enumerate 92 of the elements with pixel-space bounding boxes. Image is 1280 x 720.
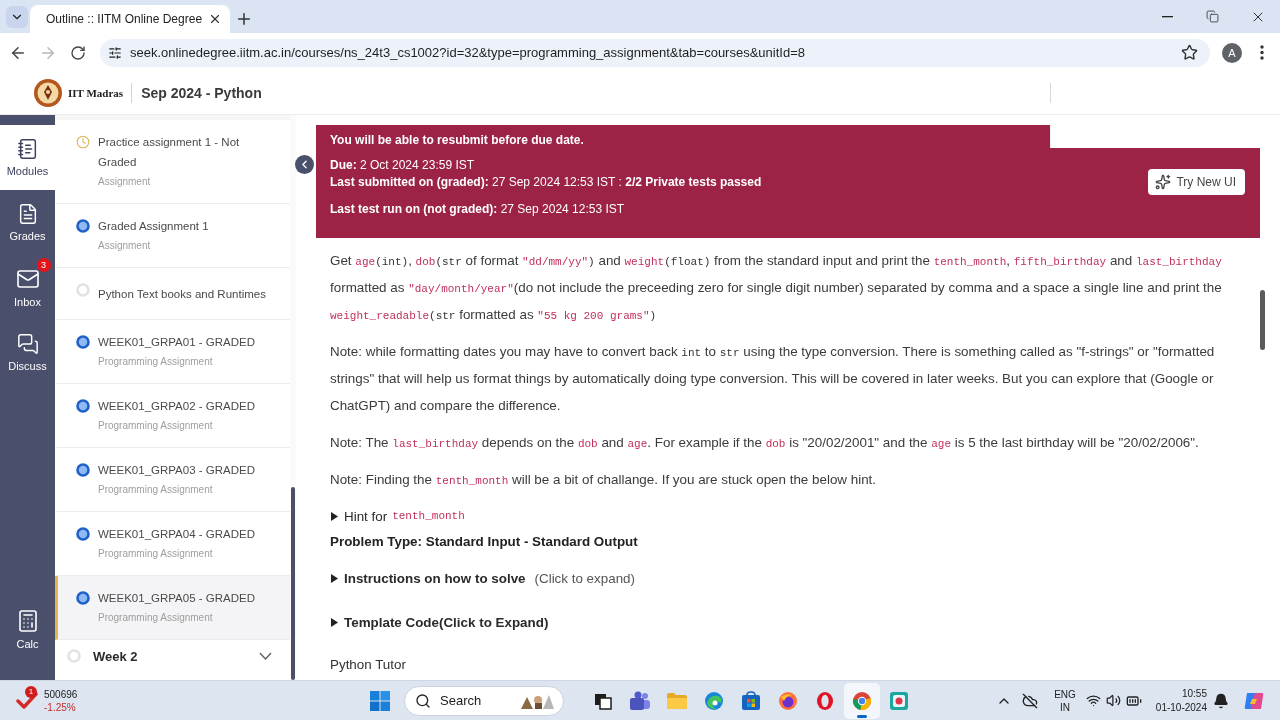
module-title: WEEK01_GRPA02 - GRADED [98, 399, 255, 414]
problem-paragraph: Note: Finding the tenth_month will be a bit of challange. If you are stuck open the below hint. [330, 471, 878, 489]
module-type-label: Programming Assignment [98, 611, 214, 625]
tab-list-button[interactable] [6, 6, 28, 28]
language-button[interactable]: ENG IN [1054, 687, 1076, 714]
week-row[interactable]: Week 2 [55, 640, 290, 680]
module-type-label: Assignment [98, 175, 152, 189]
wifi-icon [1085, 693, 1101, 708]
rail-nav-item[interactable]: Calc [0, 597, 55, 662]
search-icon [415, 692, 431, 709]
module-item[interactable]: Practice assignment 1 - Not Graded Assignment [55, 120, 290, 204]
module-item[interactable]: Python Text books and Runtimes [55, 268, 290, 320]
problem-paragraph: Note: while formatting dates you may have to convert back int to str using the type conversion. There is something called as "f-strings" or "formatted strings" that will help us format things by automatically doing type conversion. This will be covered in later weeks. But you can explore that (Google or ChatGPT) and compare the difference. [330, 343, 1216, 415]
module-title: Practice assignment 1 - Not Graded [98, 135, 241, 170]
submission-info: Last submitted on (graded): 27 Sep 2024 12:53 IST : 2/2 Private tests passed [330, 174, 762, 191]
module-title: WEEK01_GRPA01 - GRADED [98, 335, 255, 350]
sparkle-icon [1155, 174, 1172, 190]
minimize-icon [1162, 15, 1173, 18]
module-item[interactable]: WEEK01_GRPA02 - GRADED Programming Assignment [55, 384, 290, 448]
scrollbar-thumb [1260, 290, 1265, 350]
emblem-logo [33, 78, 63, 108]
collapse-sidebar-button[interactable] [295, 155, 314, 174]
last-run-info: Last test run on (not graded): 27 Sep 2024 12:53 IST [330, 201, 626, 218]
bookmark-button[interactable] [1181, 44, 1198, 61]
site-settings-icon [108, 45, 122, 60]
task-view-icon [594, 691, 612, 710]
cloud-off-icon [1022, 692, 1039, 709]
python-tutor-label: Python Tutor [330, 656, 406, 674]
course-title: Sep 2024 - Python [141, 85, 262, 101]
rail-nav-item[interactable]: Modules [0, 125, 55, 190]
stock-change: -1.25% [44, 700, 77, 714]
notebook-icon [16, 138, 39, 160]
more-icon [1260, 45, 1264, 60]
quick-settings-button[interactable] [1085, 692, 1142, 709]
hint-toggle[interactable]: Hint for tenth_month [330, 503, 465, 529]
count-badge: 3 [36, 258, 51, 272]
module-item[interactable]: WEEK01_GRPA03 - GRADED Programming Assignment [55, 448, 290, 512]
problem-paragraph: Note: The last_birthday depends on the dob and age. For example if the dob is "20/02/2001" and the age is 5 the last birthday will be "20/02/2006". [330, 434, 1200, 452]
globe-app-icon [778, 690, 798, 711]
stock-value: 500696 [44, 687, 78, 701]
notifications-button[interactable] [1213, 692, 1229, 709]
envelope-icon [15, 267, 40, 291]
module-item[interactable]: WEEK01_GRPA01 - GRADED Programming Assignment [55, 320, 290, 384]
address-bar[interactable]: seek.onlinedegree.iitm.ac.in/courses/ns_24t3_cs1002?id=32&type=programming_assignment&tab=courses&unitId=8 [100, 38, 1210, 67]
module-item[interactable]: Graded Assignment 1 Assignment [55, 204, 290, 268]
star-icon [1181, 44, 1198, 61]
submission-info: Due: 2 Oct 2024 23:59 IST [330, 157, 476, 174]
rail-nav-item[interactable]: 3 Inbox [0, 255, 55, 320]
four-squares-icon [370, 690, 390, 711]
search-field[interactable]: Search [404, 685, 564, 716]
module-type-label: Programming Assignment [98, 355, 214, 369]
module-title: WEEK01_GRPA04 - GRADED [98, 527, 255, 542]
resubmit-notice: You will be able to resubmit before due date. [330, 132, 585, 149]
people-app-icon [629, 690, 651, 711]
profile-avatar[interactable]: A [1222, 42, 1242, 63]
chat-bubbles-icon [16, 333, 39, 355]
volume-icon [1105, 693, 1121, 708]
module-item[interactable]: WEEK01_GRPA05 - GRADED Programming Assignment [55, 576, 290, 640]
network-status-button[interactable] [1022, 692, 1039, 709]
module-item[interactable]: WEEK01_GRPA04 - GRADED Programming Assignment [55, 512, 290, 576]
module-title: Python Text books and Runtimes [98, 286, 266, 302]
module-type-label: Programming Assignment [98, 483, 214, 497]
browser-tab[interactable]: Outline :: IITM Online Degree [30, 5, 230, 33]
module-type-label: Programming Assignment [98, 547, 214, 561]
notification-badge: 1 [25, 685, 37, 698]
module-title: WEEK01_GRPA03 - GRADED [98, 463, 255, 478]
stock-widget[interactable]: 1 500696 -1.25% [16, 687, 78, 714]
browser-swirl-icon [704, 690, 724, 711]
segmented-circle-icon [852, 690, 872, 711]
week-title: Week 2 [93, 648, 138, 664]
reload-icon [70, 44, 86, 61]
plus-icon [235, 10, 253, 28]
problem-paragraph: Get age(int), dob(str of format "dd/mm/yy") and weight(float) from the standard input and print the tenth_month, fifth_birthday and last_birthday formatted as "day/month/year"(do not include the preceeding zero for single digit number) separated by comma and a space a single line and print the weight_readable(str formatted as "55 kg 200 grams") [330, 252, 1223, 324]
record-app-icon [889, 690, 909, 711]
module-type-label: Assignment [98, 239, 152, 253]
folder-icon [666, 691, 688, 710]
module-title: Graded Assignment 1 [98, 219, 209, 234]
problem-type-label: Problem Type: Standard Input - Standard Output [330, 533, 638, 551]
store-bag-icon [741, 690, 761, 711]
ring-app-icon [817, 691, 833, 710]
clock-button[interactable]: 10:55 01-10-2024 [1155, 686, 1207, 715]
bell-icon [1213, 692, 1229, 709]
section-toggle[interactable]: Template Code(Click to Expand) [330, 609, 549, 635]
logo-text: IIT Madras [68, 87, 124, 99]
module-type-label: Programming Assignment [98, 419, 214, 433]
section-toggle[interactable]: Instructions on how to solve (Click to expand) [330, 565, 635, 591]
rail-nav-item[interactable]: Discuss [0, 320, 55, 385]
stock-trend-icon [16, 690, 38, 711]
restore-icon [1206, 10, 1219, 23]
module-title: WEEK01_GRPA05 - GRADED [98, 591, 255, 606]
try-new-ui-button[interactable]: Try New UI [1148, 169, 1245, 195]
rail-nav-item[interactable]: Grades [0, 190, 55, 255]
